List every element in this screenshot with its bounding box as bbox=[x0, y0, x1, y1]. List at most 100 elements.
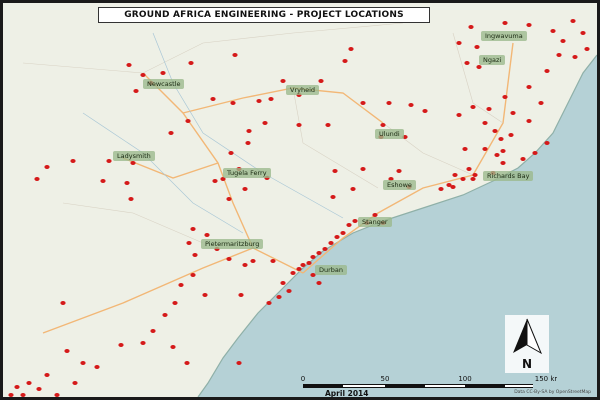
project-marker bbox=[72, 381, 78, 385]
project-marker bbox=[470, 105, 476, 109]
place-label-newcastle: Newcastle bbox=[143, 79, 185, 89]
map-date: April 2014 bbox=[325, 389, 369, 398]
scale-bar-segment bbox=[425, 385, 465, 387]
place-label-tugela-ferry: Tugela Ferry bbox=[223, 168, 271, 178]
project-marker bbox=[118, 343, 124, 347]
project-marker bbox=[584, 47, 590, 51]
project-marker bbox=[464, 61, 470, 65]
project-marker bbox=[126, 63, 132, 67]
north-arrow-left-half bbox=[513, 319, 527, 353]
project-marker bbox=[500, 161, 506, 165]
north-arrow: N bbox=[505, 315, 549, 373]
north-label: N bbox=[522, 357, 532, 371]
project-marker bbox=[192, 253, 198, 257]
north-arrow-right-half bbox=[526, 318, 543, 355]
project-marker bbox=[246, 129, 252, 133]
place-label-richards-bay: Richards Bay bbox=[483, 171, 534, 181]
project-marker bbox=[330, 195, 336, 199]
project-marker bbox=[334, 235, 340, 239]
place-label-stanger: Stanger bbox=[358, 217, 392, 227]
project-marker bbox=[228, 151, 234, 155]
project-marker bbox=[470, 177, 476, 181]
scale-tick-label: 100 bbox=[458, 375, 471, 383]
project-marker bbox=[100, 179, 106, 183]
project-marker bbox=[34, 177, 40, 181]
project-marker bbox=[360, 101, 366, 105]
project-marker bbox=[245, 141, 251, 145]
project-marker bbox=[532, 151, 538, 155]
project-marker bbox=[204, 233, 210, 237]
map-frame: GROUND AFRICA ENGINEERING - PROJECT LOCA… bbox=[0, 0, 600, 400]
project-marker bbox=[462, 147, 468, 151]
project-marker bbox=[386, 101, 392, 105]
project-marker bbox=[162, 313, 168, 317]
project-marker bbox=[202, 293, 208, 297]
project-marker bbox=[266, 301, 272, 305]
project-marker bbox=[242, 187, 248, 191]
project-marker bbox=[124, 181, 130, 185]
project-marker bbox=[318, 79, 324, 83]
scale-tick-label: 50 bbox=[381, 375, 390, 383]
project-marker bbox=[468, 25, 474, 29]
project-marker bbox=[544, 141, 550, 145]
project-marker bbox=[236, 361, 242, 365]
project-marker bbox=[268, 97, 274, 101]
project-marker bbox=[360, 167, 366, 171]
project-marker bbox=[54, 393, 60, 397]
project-marker bbox=[538, 101, 544, 105]
project-marker bbox=[44, 373, 50, 377]
project-marker bbox=[340, 231, 346, 235]
project-marker bbox=[316, 251, 322, 255]
scale-bar-segment bbox=[505, 385, 533, 387]
project-marker bbox=[396, 169, 402, 173]
project-marker bbox=[316, 281, 322, 285]
project-marker bbox=[44, 165, 50, 169]
place-label-pietermaritzburg: Pietermaritzburg bbox=[201, 239, 264, 249]
project-marker bbox=[290, 271, 296, 275]
project-marker bbox=[325, 123, 331, 127]
project-marker bbox=[460, 177, 466, 181]
place-label-eshowe: Eshowe bbox=[383, 180, 416, 190]
project-marker bbox=[14, 385, 20, 389]
project-marker bbox=[348, 47, 354, 51]
project-marker bbox=[380, 123, 386, 127]
project-marker bbox=[422, 109, 428, 113]
project-marker bbox=[170, 345, 176, 349]
project-marker bbox=[352, 219, 358, 223]
project-marker bbox=[408, 103, 414, 107]
project-marker bbox=[188, 61, 194, 65]
project-marker bbox=[482, 147, 488, 151]
project-marker bbox=[280, 79, 286, 83]
project-marker bbox=[492, 129, 498, 133]
project-marker bbox=[476, 65, 482, 69]
project-marker bbox=[36, 387, 42, 391]
place-label-ladysmith: Ladysmith bbox=[113, 151, 155, 161]
project-marker bbox=[296, 123, 302, 127]
project-marker bbox=[184, 361, 190, 365]
scale-tick-label: 150 km bbox=[535, 375, 557, 383]
project-marker bbox=[520, 157, 526, 161]
place-label-ngazi: Ngazi bbox=[479, 55, 506, 65]
project-marker bbox=[486, 107, 492, 111]
place-label-ulundi: Ulundi bbox=[375, 129, 404, 139]
project-marker bbox=[168, 131, 174, 135]
project-marker bbox=[280, 281, 286, 285]
project-marker bbox=[190, 273, 196, 277]
project-marker bbox=[60, 301, 66, 305]
project-marker bbox=[140, 341, 146, 345]
project-marker bbox=[8, 393, 14, 397]
project-marker bbox=[210, 97, 216, 101]
project-marker bbox=[286, 289, 292, 293]
project-marker bbox=[482, 121, 488, 125]
project-marker bbox=[212, 179, 218, 183]
project-marker bbox=[526, 119, 532, 123]
project-marker bbox=[456, 41, 462, 45]
project-marker bbox=[580, 31, 586, 35]
project-marker bbox=[130, 161, 136, 165]
project-marker bbox=[560, 39, 566, 43]
project-marker bbox=[230, 101, 236, 105]
project-marker bbox=[466, 167, 472, 171]
project-marker bbox=[226, 257, 232, 261]
project-marker bbox=[106, 159, 112, 163]
project-marker bbox=[544, 69, 550, 73]
